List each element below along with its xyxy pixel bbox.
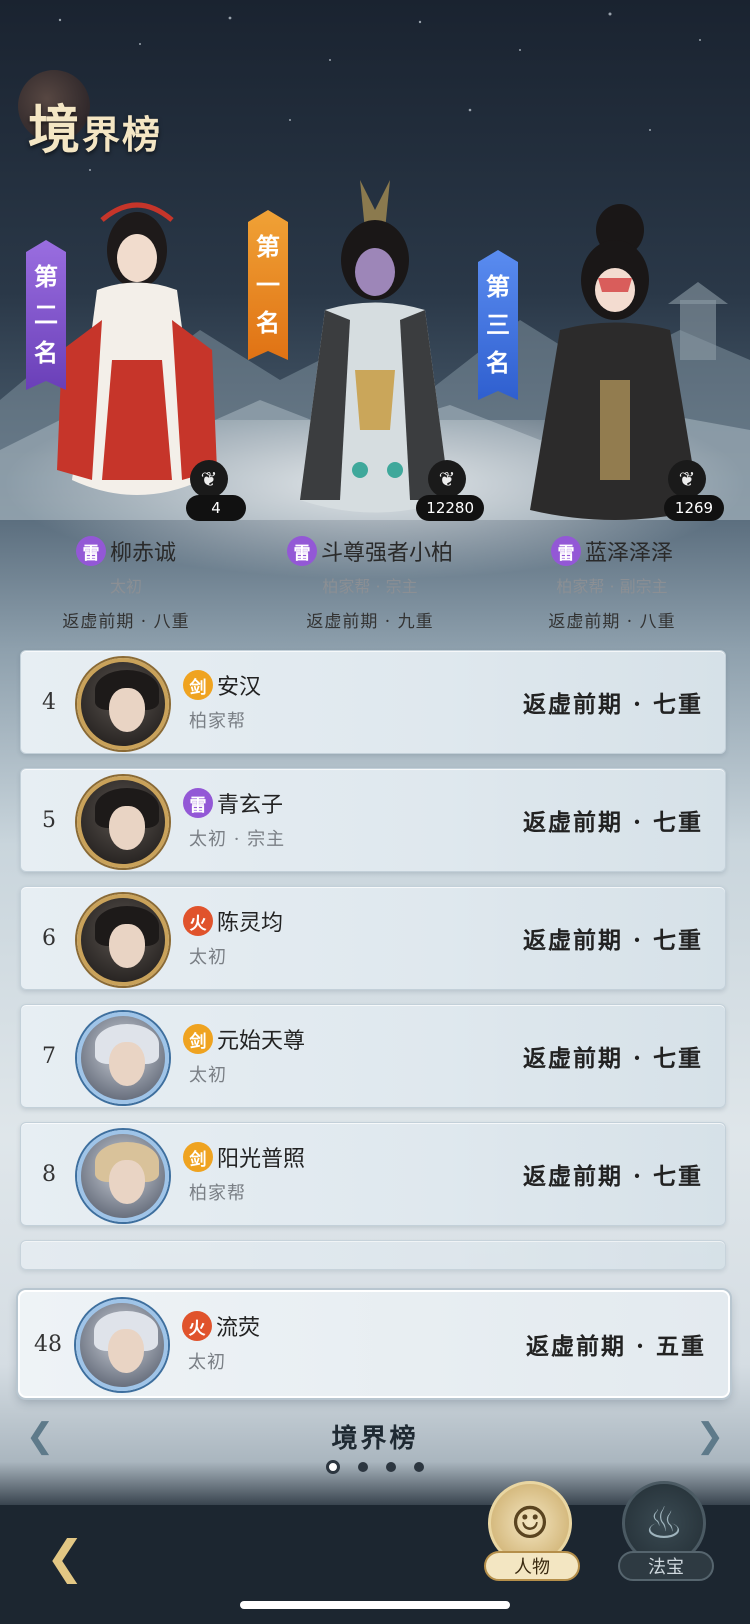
ranking-row[interactable]: 5 雷青玄子 太初 · 宗主 返虚前期 · 七重 — [20, 768, 726, 872]
sword-element-icon: 剑 — [183, 1142, 213, 1172]
player-guild: 太初 — [188, 1352, 226, 1373]
rank-1-score: 12280 — [416, 495, 484, 521]
avatar[interactable] — [76, 1299, 168, 1391]
rank-number: 8 — [42, 1161, 56, 1187]
player-realm: 返虚前期 · 八重 — [548, 612, 676, 632]
player-realm: 返虚前期 · 七重 — [522, 1045, 703, 1072]
avatar[interactable] — [77, 1130, 169, 1222]
player-guild: 柏家帮 · 副宗主 — [556, 577, 668, 596]
rank-3-score: 1269 — [664, 495, 724, 521]
sword-element-icon: 剑 — [183, 670, 213, 700]
player-name: 青玄子 — [217, 793, 284, 818]
page-dot[interactable] — [358, 1462, 368, 1472]
bottom-bar: ❮ ☺ 人物 ♨ 法宝 — [0, 1481, 750, 1624]
rank-3-banner: 第三名 — [478, 250, 518, 400]
ranking-list[interactable]: 4 剑安汉 柏家帮 返虚前期 · 七重 5 雷青玄子 太初 · 宗主 返虚前期 … — [20, 650, 726, 1284]
rank-number: 6 — [42, 925, 56, 951]
ranking-row[interactable]: 8 剑阳光普照 柏家帮 返虚前期 · 七重 — [20, 1122, 726, 1226]
player-guild: 太初 — [109, 577, 142, 596]
like-icon: ❦ — [190, 460, 228, 498]
player-realm: 返虚前期 · 七重 — [522, 809, 703, 836]
avatar[interactable] — [77, 776, 169, 868]
player-guild: 太初 · 宗主 — [189, 829, 286, 850]
rank-number: 7 — [42, 1043, 56, 1069]
leaderboard-header: 境界榜 — [18, 70, 238, 161]
rank-1-banner: 第一名 — [248, 210, 288, 360]
rank-number: 5 — [42, 807, 56, 833]
ranking-row[interactable]: 4 剑安汉 柏家帮 返虚前期 · 七重 — [20, 650, 726, 754]
fire-element-icon: 火 — [183, 906, 213, 936]
tab-treasures[interactable]: ♨ 法宝 — [618, 1481, 714, 1581]
player-realm: 返虚前期 · 九重 — [306, 612, 434, 632]
tab-label: 法宝 — [618, 1551, 714, 1581]
thunder-element-icon: 雷 — [550, 536, 581, 566]
player-name: 蓝泽泽泽 — [584, 541, 673, 566]
avatar[interactable] — [77, 894, 169, 986]
fire-element-icon: 火 — [182, 1311, 212, 1341]
player-realm: 返虚前期 · 七重 — [522, 691, 703, 718]
player-guild: 柏家帮 — [189, 1183, 246, 1204]
page-indicator — [0, 1460, 750, 1474]
back-arrow-icon[interactable]: ❮ — [30, 1527, 100, 1587]
like-icon: ❦ — [668, 460, 706, 498]
board-name: 境界榜 — [331, 1424, 419, 1454]
tab-characters[interactable]: ☺ 人物 — [484, 1481, 580, 1581]
avatar[interactable] — [77, 1012, 169, 1104]
ranking-row-partial[interactable] — [20, 1240, 726, 1270]
ranking-row[interactable]: 7 剑元始天尊 太初 返虚前期 · 七重 — [20, 1004, 726, 1108]
page-title: 境界榜 — [28, 100, 163, 161]
thunder-element-icon: 雷 — [286, 536, 317, 566]
rank-2-score: 4 — [186, 495, 246, 521]
avatar[interactable] — [77, 658, 169, 750]
player-name: 柳赤诚 — [109, 541, 176, 566]
top3-info-rank-2[interactable]: 雷柳赤诚 太初 返虚前期 · 八重 — [6, 535, 246, 632]
thunder-element-icon: 雷 — [183, 788, 213, 818]
leaderboard-pager: ❮ 境界榜 ❯ — [0, 1412, 750, 1482]
ranking-row[interactable]: 6 火陈灵均 太初 返虚前期 · 七重 — [20, 886, 726, 990]
player-realm: 返虚前期 · 八重 — [62, 612, 190, 632]
rank-number: 4 — [42, 689, 56, 715]
player-realm: 返虚前期 · 七重 — [522, 927, 703, 954]
player-name: 元始天尊 — [217, 1029, 306, 1054]
page-dot[interactable] — [386, 1462, 396, 1472]
like-icon: ❦ — [428, 460, 466, 498]
player-guild: 柏家帮 — [189, 711, 246, 732]
rank-2-banner: 第二名 — [26, 240, 66, 390]
next-board-arrow-icon[interactable]: ❯ — [690, 1416, 730, 1456]
player-name: 流荧 — [216, 1316, 261, 1341]
podium-rank-3[interactable]: 第三名 ❦ 1269 — [478, 160, 730, 530]
player-name: 斗尊强者小柏 — [320, 541, 453, 566]
my-ranking-row[interactable]: 48 火流荧 太初 返虚前期 · 五重 — [18, 1290, 730, 1398]
top3-info-rank-1[interactable]: 雷斗尊强者小柏 柏家帮 · 宗主 返虚前期 · 九重 — [250, 535, 490, 632]
thunder-element-icon: 雷 — [75, 536, 106, 566]
player-guild: 太初 — [189, 947, 227, 968]
player-realm: 返虚前期 · 七重 — [522, 1163, 703, 1190]
tab-label: 人物 — [484, 1551, 580, 1581]
top3-info-rank-3[interactable]: 雷蓝泽泽泽 柏家帮 · 副宗主 返虚前期 · 八重 — [492, 535, 732, 632]
page-dot[interactable] — [414, 1462, 424, 1472]
page-dot[interactable] — [326, 1460, 340, 1474]
podium-rank-1[interactable]: 第一名 ❦ 12280 — [248, 160, 490, 530]
player-name: 阳光普照 — [217, 1147, 306, 1172]
rank-number: 48 — [34, 1331, 62, 1357]
player-guild: 太初 — [189, 1065, 227, 1086]
podium-rank-2[interactable]: 第二名 ❦ 4 — [12, 160, 252, 530]
player-realm: 返虚前期 · 五重 — [525, 1333, 706, 1360]
home-indicator[interactable] — [240, 1601, 510, 1609]
player-name: 安汉 — [217, 675, 262, 700]
player-guild: 柏家帮 · 宗主 — [322, 577, 418, 596]
sword-element-icon: 剑 — [183, 1024, 213, 1054]
player-name: 陈灵均 — [217, 911, 284, 936]
